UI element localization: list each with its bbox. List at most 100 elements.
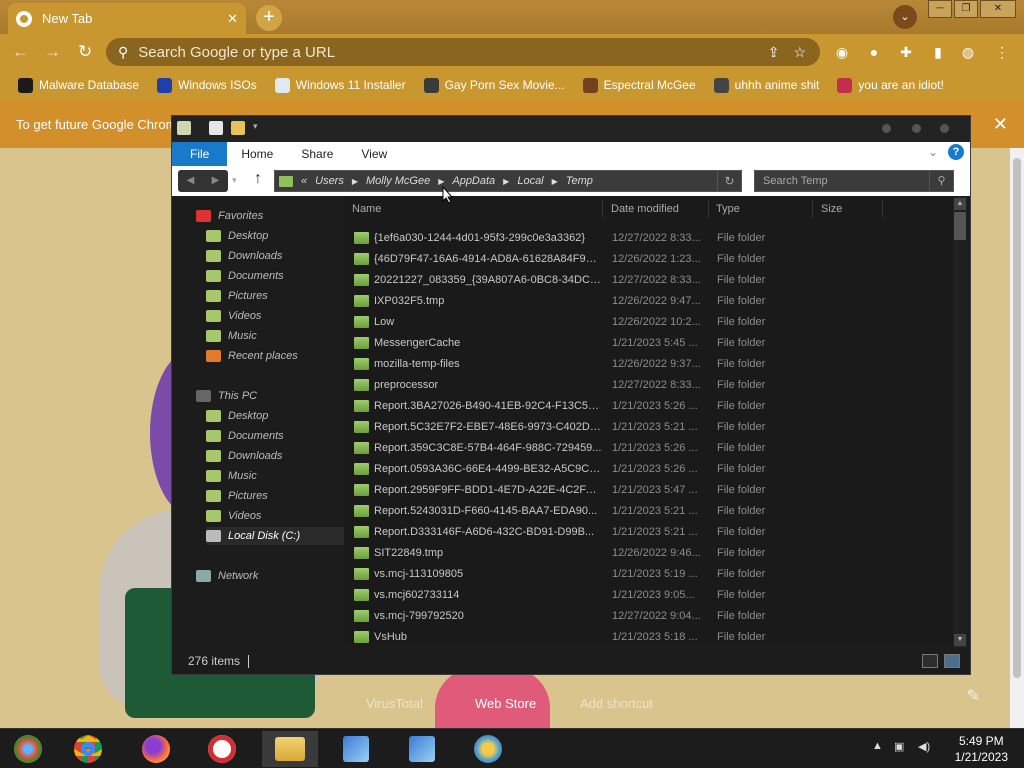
table-row[interactable]: Report.5C32E7F2-EBE7-48E6-9973-C402D5...…	[344, 417, 954, 438]
help-icon[interactable]: ?	[948, 144, 964, 160]
maximize-dot[interactable]	[912, 124, 921, 133]
bookmark-item[interactable]: Espectral McGee	[582, 77, 696, 93]
breadcrumb-separator-icon[interactable]: ▶	[352, 177, 358, 186]
nav-item[interactable]: Pictures	[206, 287, 268, 305]
nav-item[interactable]: Videos	[206, 507, 261, 525]
table-row[interactable]: Report.0593A36C-66E4-4499-BE32-A5C9C1...…	[344, 459, 954, 480]
bookmark-item[interactable]: Windows 11 Installer	[274, 77, 406, 93]
menu-icon[interactable]: ⋮	[992, 42, 1012, 62]
bookmark-item[interactable]: Windows ISOs	[157, 77, 257, 93]
maximize-button[interactable]: ❐	[954, 0, 978, 18]
scroll-down-icon[interactable]: ▼	[954, 634, 966, 646]
back-icon[interactable]: ◀	[178, 170, 203, 192]
omnibox[interactable]: ⚲ Search Google or type a URL ⇪ ☆	[106, 38, 820, 66]
breadcrumb-separator-icon[interactable]: ▶	[552, 177, 558, 186]
taskbar-chrome[interactable]	[60, 731, 116, 767]
up-arrow-icon[interactable]: ↑	[254, 170, 262, 188]
nav-item[interactable]: Desktop	[206, 227, 268, 245]
close-dot[interactable]	[940, 124, 949, 133]
column-type[interactable]: Type	[716, 203, 740, 215]
breadcrumb-separator-icon[interactable]: ▶	[503, 177, 509, 186]
bookmark-item[interactable]: uhhh anime shit	[713, 77, 819, 93]
avatar-extension-icon[interactable]: ●	[864, 42, 884, 62]
bookmark-item[interactable]: Gay Porn Sex Movie...	[423, 77, 565, 93]
start-button[interactable]	[0, 731, 56, 767]
system-clock[interactable]: 5:49 PM 1/21/2023	[955, 733, 1008, 765]
side-panel-icon[interactable]: ▮	[928, 42, 948, 62]
nav-item[interactable]: Music	[206, 327, 257, 345]
tab-new-tab[interactable]: New Tab ✕	[8, 3, 246, 34]
large-icons-view-icon[interactable]	[944, 654, 960, 668]
file-list-scrollbar[interactable]: ▲ ▼	[953, 196, 967, 648]
nav-item[interactable]: Favorites	[196, 207, 263, 225]
refresh-icon[interactable]: ↻	[717, 171, 741, 191]
volume-icon[interactable]: ◀)	[918, 740, 930, 753]
table-row[interactable]: Report.3BA27026-B490-41EB-92C4-F13C52...…	[344, 396, 954, 417]
table-row[interactable]: SIT22849.tmp 12/26/2022 9:46... File folde…	[344, 543, 954, 564]
back-icon[interactable]: ←	[12, 42, 29, 62]
explorer-titlebar[interactable]: ▾	[172, 116, 970, 142]
column-size[interactable]: Size	[821, 203, 842, 215]
details-view-icon[interactable]	[922, 654, 938, 668]
new-folder-icon[interactable]	[231, 121, 245, 135]
column-divider[interactable]	[812, 200, 813, 218]
share-icon[interactable]: ⇪	[768, 44, 780, 61]
nav-item[interactable]: This PC	[196, 387, 257, 405]
breadcrumb-local[interactable]: Local	[517, 175, 543, 187]
reload-icon[interactable]: ↻	[78, 42, 92, 62]
search-input[interactable]: Search Temp ⚲	[754, 170, 954, 192]
address-bar[interactable]: « Users ▶ Molly McGee ▶ AppData ▶ Local ▶ Te…	[274, 170, 742, 192]
bookmark-item[interactable]: Malware Database	[18, 77, 139, 93]
table-row[interactable]: Report.2959F9FF-BDD1-4E7D-A22E-4C2FA... 1…	[344, 480, 954, 501]
table-row[interactable]: {1ef6a030-1244-4d01-95f3-299c0e3a3362} 12…	[344, 228, 954, 249]
table-row[interactable]: Report.359C3C8E-57B4-464F-988C-729459...…	[344, 438, 954, 459]
nav-item[interactable]: Pictures	[206, 487, 268, 505]
close-window-button[interactable]: ✕	[980, 0, 1016, 18]
breadcrumb-appdata[interactable]: AppData	[452, 175, 495, 187]
breadcrumb-users[interactable]: Users	[315, 175, 344, 187]
shortcut-add[interactable]: Add shortcut	[580, 696, 653, 711]
minimize-button[interactable]: ─	[928, 0, 952, 18]
table-row[interactable]: vs.mcj-799792520 12/27/2022 9:04... File f…	[344, 606, 954, 627]
bookmark-item[interactable]: you are an idiot!	[837, 77, 944, 93]
scrollbar-thumb[interactable]	[954, 212, 966, 240]
tab-share[interactable]: Share	[287, 142, 347, 166]
column-date-modified[interactable]: Date modified	[611, 203, 679, 215]
properties-icon[interactable]	[209, 121, 223, 135]
taskbar-firefox[interactable]	[128, 731, 184, 767]
table-row[interactable]: MessengerCache 1/21/2023 5:45 ... File fol…	[344, 333, 954, 354]
table-row[interactable]: vs.mcj602733114 1/21/2023 9:05... File fol…	[344, 585, 954, 606]
shortcut-web-store[interactable]: Web Store	[475, 696, 536, 711]
breadcrumb-molly[interactable]: Molly McGee	[366, 175, 430, 187]
show-hidden-icons[interactable]: ▲	[872, 740, 883, 752]
column-divider[interactable]	[882, 200, 883, 218]
tab-search-icon[interactable]: ⌄	[893, 5, 917, 29]
taskbar-opera[interactable]	[194, 731, 250, 767]
nav-item[interactable]: Documents	[206, 267, 284, 285]
nav-item[interactable]: Music	[206, 467, 257, 485]
nav-item[interactable]: Downloads	[206, 447, 282, 465]
table-row[interactable]: Report.5243031D-F660-4145-BAA7-EDA90... 1…	[344, 501, 954, 522]
nav-item[interactable]: Documents	[206, 427, 284, 445]
table-row[interactable]: vs.mcj-113109805 1/21/2023 5:19 ... File f…	[344, 564, 954, 585]
table-row[interactable]: Report.D333146F-A6D6-432C-BD91-D99B... 1/…	[344, 522, 954, 543]
taskbar-app-network-1[interactable]	[328, 731, 384, 767]
bookmark-star-icon[interactable]: ☆	[793, 44, 806, 61]
breadcrumb-temp[interactable]: Temp	[566, 175, 593, 187]
tab-close-icon[interactable]: ✕	[227, 11, 238, 27]
taskbar-file-explorer[interactable]	[262, 731, 318, 767]
breadcrumb-separator-icon[interactable]: ▶	[438, 177, 444, 186]
forward-icon[interactable]: →	[44, 42, 61, 62]
extensions-icon[interactable]: ✚	[896, 42, 916, 62]
nav-item[interactable]: Local Disk (C:)	[206, 527, 356, 545]
table-row[interactable]: {46D79F47-16A6-4914-AD8A-61628A84F99C} 12…	[344, 249, 954, 270]
expand-ribbon-icon[interactable]: ⌄	[928, 145, 938, 159]
table-row[interactable]: preprocessor 12/27/2022 8:33... File folde…	[344, 375, 954, 396]
minimize-dot[interactable]	[882, 124, 891, 133]
search-icon[interactable]: ⚲	[929, 171, 953, 191]
customize-qat-icon[interactable]: ▾	[253, 121, 267, 135]
page-scrollbar[interactable]	[1010, 148, 1024, 728]
nav-item[interactable]: Desktop	[206, 407, 268, 425]
column-divider[interactable]	[708, 200, 709, 218]
info-bar-close-icon[interactable]: ✕	[993, 114, 1008, 135]
